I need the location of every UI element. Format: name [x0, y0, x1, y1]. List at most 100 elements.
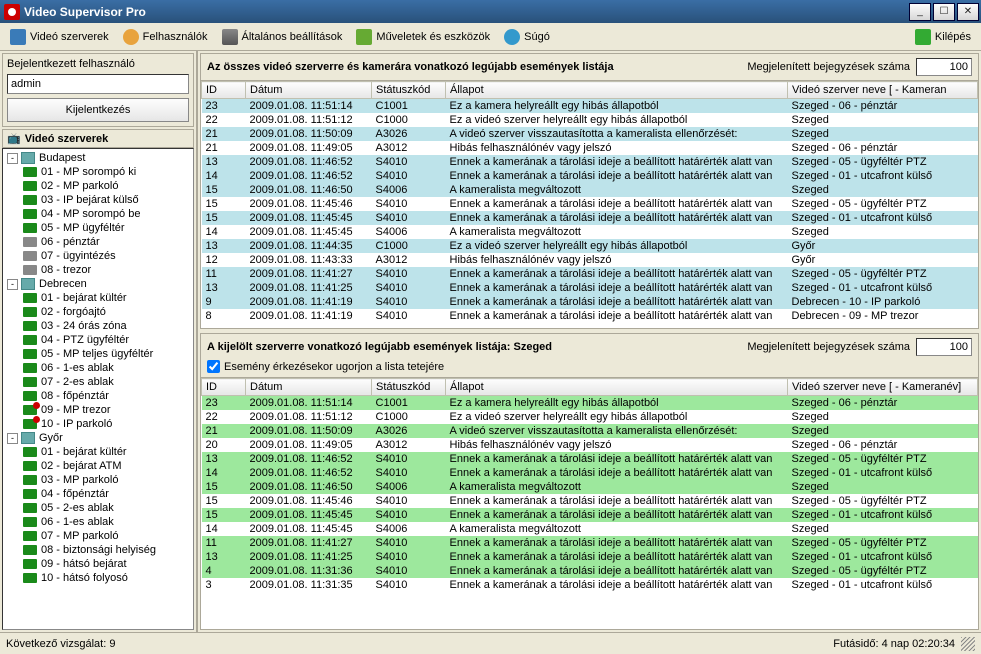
table-cell: 22: [202, 113, 246, 127]
column-header[interactable]: Videó szerver neve [ - Kameranév]: [788, 379, 978, 396]
menu-users[interactable]: Felhasználók: [117, 27, 214, 47]
tree-camera-node[interactable]: 09 - MP trezor: [3, 403, 193, 417]
tree-camera-node[interactable]: 08 - biztonsági helyiség: [3, 543, 193, 557]
menu-help[interactable]: Súgó: [498, 27, 556, 47]
tree-server-node[interactable]: -Debrecen: [3, 277, 193, 291]
table-row[interactable]: 152009.01.08. 11:45:46S4010Ennek a kamer…: [202, 197, 978, 211]
jump-to-top-checkbox[interactable]: Esemény érkezésekor ugorjon a lista tete…: [207, 360, 972, 373]
tree-camera-node[interactable]: 06 - 1-es ablak: [3, 515, 193, 529]
column-header[interactable]: Állapot: [446, 379, 788, 396]
table-row[interactable]: 142009.01.08. 11:45:45S4006A kameralista…: [202, 225, 978, 239]
tree-camera-node[interactable]: 03 - 24 órás zóna: [3, 319, 193, 333]
tree-camera-node[interactable]: 05 - MP ügyféltér: [3, 221, 193, 235]
panel-sel-count-input[interactable]: [916, 338, 972, 356]
table-row[interactable]: 142009.01.08. 11:46:52S4010Ennek a kamer…: [202, 466, 978, 480]
close-button[interactable]: ✕: [957, 3, 979, 21]
column-header[interactable]: Videó szerver neve [ - Kameran: [788, 82, 978, 99]
table-row[interactable]: 222009.01.08. 11:51:12C1000Ez a videó sz…: [202, 410, 978, 424]
table-row[interactable]: 142009.01.08. 11:46:52S4010Ennek a kamer…: [202, 169, 978, 183]
table-row[interactable]: 112009.01.08. 11:41:27S4010Ennek a kamer…: [202, 267, 978, 281]
menu-servers[interactable]: Videó szerverek: [4, 27, 115, 47]
tree-camera-node[interactable]: 01 - MP sorompó ki: [3, 165, 193, 179]
menu-settings[interactable]: Általános beállítások: [216, 27, 349, 47]
menu-exit[interactable]: Kilépés: [909, 27, 977, 47]
tree-server-node[interactable]: -Budapest: [3, 151, 193, 165]
column-header[interactable]: ID: [202, 379, 246, 396]
server-tree[interactable]: -Budapest01 - MP sorompó ki02 - MP parko…: [2, 148, 194, 630]
table-row[interactable]: 122009.01.08. 11:43:33A3012Hibás felhasz…: [202, 253, 978, 267]
column-header[interactable]: Dátum: [246, 82, 372, 99]
table-row[interactable]: 232009.01.08. 11:51:14C1001Ez a kamera h…: [202, 396, 978, 411]
tree-camera-node[interactable]: 04 - PTZ ügyféltér: [3, 333, 193, 347]
column-header[interactable]: Státuszkód: [372, 82, 446, 99]
expand-icon[interactable]: -: [7, 279, 18, 290]
resize-grip-icon[interactable]: [961, 637, 975, 651]
table-row[interactable]: 202009.01.08. 11:49:05A3012Hibás felhasz…: [202, 438, 978, 452]
table-row[interactable]: 212009.01.08. 11:49:05A3012Hibás felhasz…: [202, 141, 978, 155]
tree-camera-node[interactable]: 04 - MP sorompó be: [3, 207, 193, 221]
minimize-button[interactable]: _: [909, 3, 931, 21]
tree-camera-node[interactable]: 10 - IP parkoló: [3, 417, 193, 431]
expand-icon[interactable]: -: [7, 153, 18, 164]
menu-tools[interactable]: Műveletek és eszközök: [350, 27, 496, 47]
table-row[interactable]: 132009.01.08. 11:41:25S4010Ennek a kamer…: [202, 281, 978, 295]
table-row[interactable]: 132009.01.08. 11:46:52S4010Ennek a kamer…: [202, 155, 978, 169]
tree-camera-node[interactable]: 08 - főpénztár: [3, 389, 193, 403]
table-row[interactable]: 82009.01.08. 11:41:19S4010Ennek a kamerá…: [202, 309, 978, 323]
table-cell: A3012: [372, 253, 446, 267]
tree-camera-node[interactable]: 03 - IP bejárat külső: [3, 193, 193, 207]
tree-camera-node[interactable]: 06 - 1-es ablak: [3, 361, 193, 375]
maximize-button[interactable]: ☐: [933, 3, 955, 21]
tree-camera-node[interactable]: 02 - MP parkoló: [3, 179, 193, 193]
tree-camera-node[interactable]: 07 - 2-es ablak: [3, 375, 193, 389]
table-row[interactable]: 152009.01.08. 11:46:50S4006A kameralista…: [202, 480, 978, 494]
table-row[interactable]: 212009.01.08. 11:50:09A3026A videó szerv…: [202, 424, 978, 438]
column-header[interactable]: Dátum: [246, 379, 372, 396]
table-row[interactable]: 132009.01.08. 11:46:52S4010Ennek a kamer…: [202, 452, 978, 466]
table-row[interactable]: 32009.01.08. 11:31:35S4010Ennek a kamerá…: [202, 578, 978, 592]
table-row[interactable]: 132009.01.08. 11:41:25S4010Ennek a kamer…: [202, 550, 978, 564]
tree-server-node[interactable]: -Győr: [3, 431, 193, 445]
table-row[interactable]: 222009.01.08. 11:51:12C1000Ez a videó sz…: [202, 113, 978, 127]
table-row[interactable]: 152009.01.08. 11:45:45S4010Ennek a kamer…: [202, 211, 978, 225]
tree-camera-node[interactable]: 07 - ügyintézés: [3, 249, 193, 263]
camera-status-icon: [23, 447, 37, 457]
jump-to-top-check-input[interactable]: [207, 360, 220, 373]
table-row[interactable]: 152009.01.08. 11:46:50S4006A kameralista…: [202, 183, 978, 197]
tree-camera-node[interactable]: 01 - bejárat kültér: [3, 445, 193, 459]
table-row[interactable]: 42009.01.08. 11:31:36S4010Ennek a kamerá…: [202, 564, 978, 578]
tree-camera-node[interactable]: 01 - bejárat kültér: [3, 291, 193, 305]
logged-user-field[interactable]: [7, 74, 189, 94]
column-header[interactable]: Állapot: [446, 82, 788, 99]
table-row[interactable]: 132009.01.08. 11:44:35C1000Ez a videó sz…: [202, 239, 978, 253]
server-node-icon: [21, 152, 35, 164]
tree-camera-node[interactable]: 07 - MP parkoló: [3, 529, 193, 543]
table-row[interactable]: 232009.01.08. 11:51:14C1001Ez a kamera h…: [202, 99, 978, 114]
logout-button[interactable]: Kijelentkezés: [7, 98, 189, 122]
table-row[interactable]: 152009.01.08. 11:45:45S4010Ennek a kamer…: [202, 508, 978, 522]
tree-camera-node[interactable]: 08 - trezor: [3, 263, 193, 277]
column-header[interactable]: Státuszkód: [372, 379, 446, 396]
expand-icon[interactable]: -: [7, 433, 18, 444]
table-cell: A3026: [372, 127, 446, 141]
camera-status-icon: [23, 419, 37, 429]
grid-all-events[interactable]: IDDátumStátuszkódÁllapotVideó szerver ne…: [201, 80, 978, 328]
table-row[interactable]: 92009.01.08. 11:41:19S4010Ennek a kamerá…: [202, 295, 978, 309]
table-row[interactable]: 112009.01.08. 11:41:27S4010Ennek a kamer…: [202, 536, 978, 550]
tree-camera-node[interactable]: 02 - bejárat ATM: [3, 459, 193, 473]
column-header[interactable]: ID: [202, 82, 246, 99]
table-row[interactable]: 212009.01.08. 11:50:09A3026A videó szerv…: [202, 127, 978, 141]
table-row[interactable]: 142009.01.08. 11:45:45S4006A kameralista…: [202, 522, 978, 536]
table-row[interactable]: 152009.01.08. 11:45:46S4010Ennek a kamer…: [202, 494, 978, 508]
tree-camera-node[interactable]: 02 - forgóajtó: [3, 305, 193, 319]
tree-camera-node[interactable]: 06 - pénztár: [3, 235, 193, 249]
tree-camera-node[interactable]: 03 - MP parkoló: [3, 473, 193, 487]
panel-all-count-input[interactable]: [916, 58, 972, 76]
tree-camera-node[interactable]: 09 - hátsó bejárat: [3, 557, 193, 571]
tree-camera-node[interactable]: 05 - 2-es ablak: [3, 501, 193, 515]
tree-camera-node[interactable]: 04 - főpénztár: [3, 487, 193, 501]
tree-camera-node[interactable]: 10 - hátsó folyosó: [3, 571, 193, 585]
grid-selected-events[interactable]: IDDátumStátuszkódÁllapotVideó szerver ne…: [201, 377, 978, 629]
table-cell: Debrecen - 09 - MP trezor: [788, 309, 978, 323]
tree-camera-node[interactable]: 05 - MP teljes ügyféltér: [3, 347, 193, 361]
